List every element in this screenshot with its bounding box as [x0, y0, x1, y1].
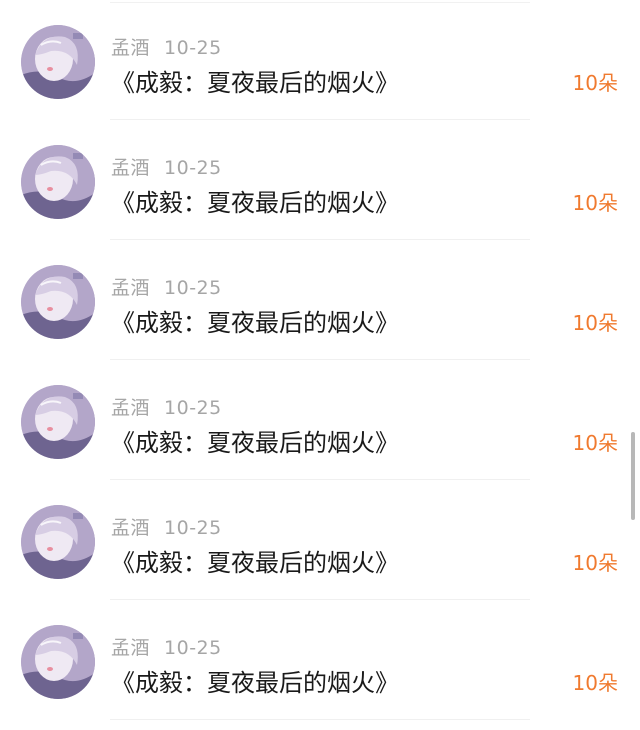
gift-record-screen: 孟酒 10-25 《成毅：夏夜最后的烟火》 10朵 孟酒 10-25 《成毅：夏… [0, 0, 640, 730]
username[interactable]: 孟酒 [111, 517, 150, 539]
list-item[interactable]: 孟酒 10-25 《成毅：夏夜最后的烟火》 10朵 [0, 120, 640, 240]
list-item[interactable]: 孟酒 10-25 《成毅：夏夜最后的烟火》 10朵 [0, 600, 640, 720]
item-meta: 孟酒 10-25 [111, 393, 222, 420]
scrollbar[interactable] [631, 432, 635, 520]
avatar-icon [21, 505, 95, 579]
username[interactable]: 孟酒 [111, 397, 150, 419]
gift-count: 10朵 [572, 551, 618, 575]
avatar[interactable] [21, 625, 95, 699]
item-meta: 孟酒 10-25 [111, 633, 222, 660]
gift-count: 10朵 [572, 671, 618, 695]
list-item[interactable]: 孟酒 10-25 《成毅：夏夜最后的烟火》 10朵 [0, 0, 640, 120]
avatar[interactable] [21, 265, 95, 339]
list-item[interactable]: 孟酒 10-25 《成毅：夏夜最后的烟火》 10朵 [0, 360, 640, 480]
gift-count: 10朵 [572, 191, 618, 215]
item-meta: 孟酒 10-25 [111, 273, 222, 300]
timestamp: 10-25 [164, 37, 222, 59]
item-title: 《成毅：夏夜最后的烟火》 [111, 69, 399, 97]
timestamp: 10-25 [164, 277, 222, 299]
item-meta: 孟酒 10-25 [111, 33, 222, 60]
avatar-icon [21, 145, 95, 219]
list-item[interactable]: 孟酒 10-25 《成毅：夏夜最后的烟火》 10朵 [0, 240, 640, 360]
avatar[interactable] [21, 385, 95, 459]
item-meta: 孟酒 10-25 [111, 513, 222, 540]
item-title: 《成毅：夏夜最后的烟火》 [111, 669, 399, 697]
item-title: 《成毅：夏夜最后的烟火》 [111, 189, 399, 217]
item-title: 《成毅：夏夜最后的烟火》 [111, 549, 399, 577]
avatar-icon [21, 265, 95, 339]
avatar-icon [21, 25, 95, 99]
timestamp: 10-25 [164, 157, 222, 179]
timestamp: 10-25 [164, 637, 222, 659]
item-title: 《成毅：夏夜最后的烟火》 [111, 309, 399, 337]
avatar-icon [21, 625, 95, 699]
avatar[interactable] [21, 25, 95, 99]
item-title: 《成毅：夏夜最后的烟火》 [111, 429, 399, 457]
avatar-icon [21, 385, 95, 459]
gift-count: 10朵 [572, 311, 618, 335]
item-meta: 孟酒 10-25 [111, 153, 222, 180]
gift-count: 10朵 [572, 71, 618, 95]
divider [110, 719, 530, 720]
avatar[interactable] [21, 145, 95, 219]
username[interactable]: 孟酒 [111, 277, 150, 299]
username[interactable]: 孟酒 [111, 157, 150, 179]
username[interactable]: 孟酒 [111, 37, 150, 59]
username[interactable]: 孟酒 [111, 637, 150, 659]
list-item[interactable]: 孟酒 10-25 《成毅：夏夜最后的烟火》 10朵 [0, 480, 640, 600]
avatar[interactable] [21, 505, 95, 579]
timestamp: 10-25 [164, 397, 222, 419]
timestamp: 10-25 [164, 517, 222, 539]
gift-count: 10朵 [572, 431, 618, 455]
